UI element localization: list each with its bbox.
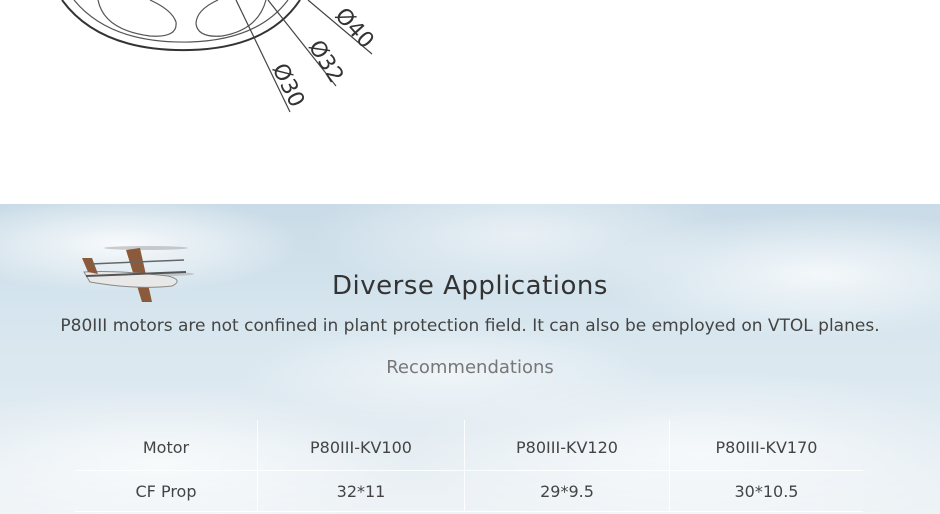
table-cell: 29*9.5 xyxy=(464,470,670,512)
motor-drawing: Ø40 Ø32 Ø30 xyxy=(61,0,379,113)
dimension-label-32: Ø32 xyxy=(303,36,348,88)
recommendation-table: Motor P80III-KV100 P80III-KV120 P80III-K… xyxy=(75,420,863,512)
motor-dimension-diagram: Ø40 Ø32 Ø30 xyxy=(0,0,940,204)
section-description: P80III motors are not confined in plant … xyxy=(60,316,880,336)
section-title: Diverse Applications xyxy=(332,271,608,301)
table-header-cell: P80III-KV170 xyxy=(669,420,863,471)
table-cell: 32*11 xyxy=(257,470,465,512)
table-cell: 30*10.5 xyxy=(669,470,863,512)
dimension-label-40: Ø40 xyxy=(330,3,379,53)
applications-section: Diverse Applications P80III motors are n… xyxy=(0,204,940,514)
dimension-label-30: Ø30 xyxy=(267,60,309,112)
recommendations-heading: Recommendations xyxy=(386,357,554,378)
table-row-label: CF Prop xyxy=(75,470,258,512)
table-header-cell: P80III-KV120 xyxy=(464,420,670,471)
table-header-cell: P80III-KV100 xyxy=(257,420,465,471)
table-row: CF Prop 32*11 29*9.5 30*10.5 xyxy=(75,470,863,512)
table-header-row: Motor P80III-KV100 P80III-KV120 P80III-K… xyxy=(75,420,863,471)
table-header-cell: Motor xyxy=(75,420,258,471)
